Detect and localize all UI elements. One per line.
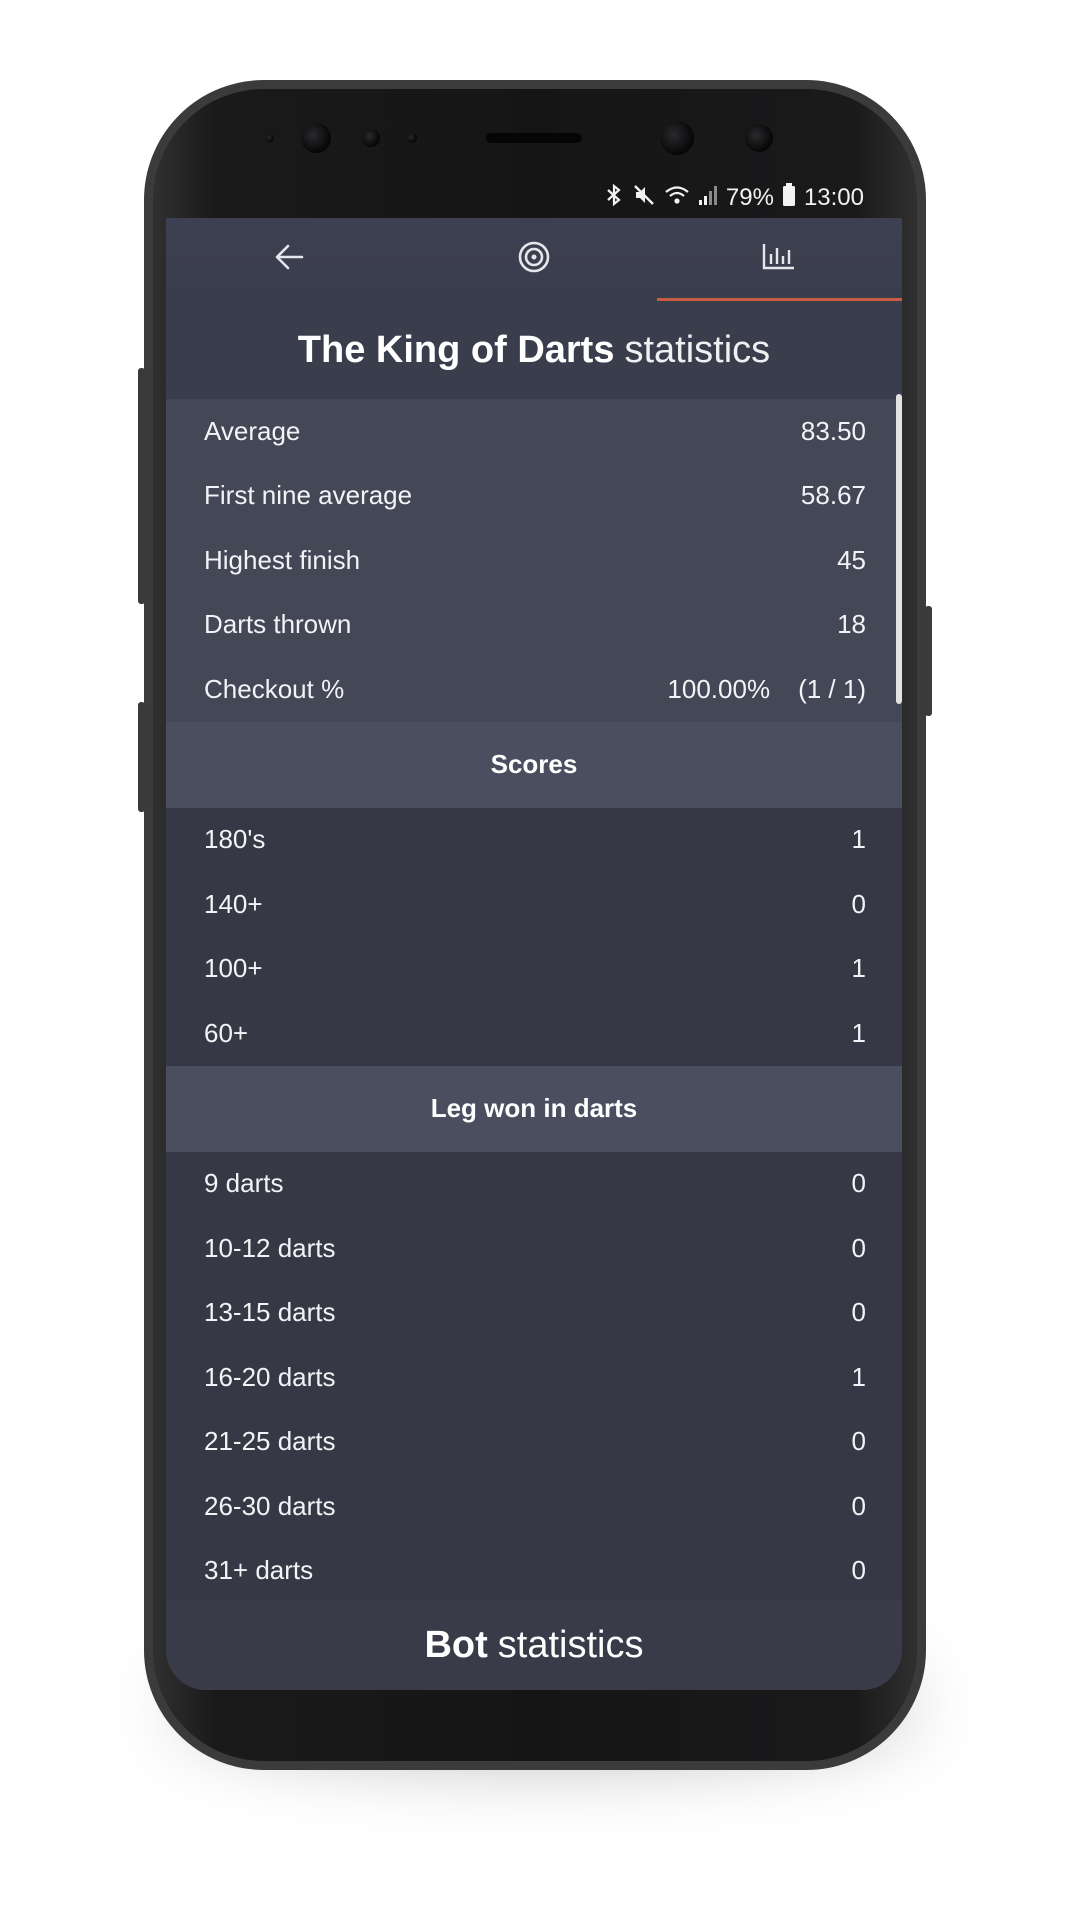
bluetooth-icon	[604, 183, 624, 213]
legs-panel: 9 darts 0 10-12 darts 0 13-15 darts 0 16…	[166, 1151, 902, 1604]
power-button	[925, 606, 932, 716]
wifi-icon	[664, 184, 690, 212]
player-title-suffix: statistics	[624, 328, 771, 371]
leg-value: 0	[851, 1426, 866, 1457]
toolbar	[166, 218, 902, 301]
earpiece-speaker	[486, 133, 582, 143]
leg-label: 13-15 darts	[204, 1297, 336, 1328]
stat-value: 83.50	[800, 415, 866, 446]
score-row-60: 60+ 1	[166, 1001, 902, 1066]
leg-row-16-20: 16-20 darts 1	[166, 1345, 902, 1410]
stat-value: 58.67	[800, 480, 866, 511]
iris-sensor-icon	[266, 134, 274, 142]
leg-row-31-plus: 31+ darts 0	[166, 1539, 902, 1604]
leg-row-9: 9 darts 0	[166, 1152, 902, 1217]
score-row-180: 180's 1	[166, 808, 902, 873]
mute-icon	[632, 183, 656, 213]
game-tab[interactable]	[411, 218, 656, 301]
leg-value: 0	[851, 1297, 866, 1328]
signal-icon	[698, 184, 718, 212]
score-value: 1	[851, 1017, 866, 1048]
stat-label: Average	[204, 415, 301, 446]
light-sensor-icon	[362, 129, 380, 147]
iris-camera-icon	[745, 124, 773, 152]
score-label: 100+	[204, 953, 263, 984]
stat-value: 45	[837, 544, 866, 575]
score-label: 180's	[204, 824, 266, 855]
stat-label: First nine average	[204, 480, 413, 511]
dartboard-target-icon[interactable]	[517, 240, 551, 279]
leg-label: 26-30 darts	[204, 1490, 336, 1521]
back-arrow-icon[interactable]	[274, 243, 304, 276]
legs-header: Leg won in darts	[166, 1065, 902, 1152]
summary-panel: Average 83.50 First nine average 58.67 H…	[166, 399, 902, 722]
bot-name: Bot	[424, 1623, 488, 1666]
leg-value: 1	[851, 1361, 866, 1392]
clock: 13:00	[803, 184, 864, 211]
checkout-ratio: (1 / 1)	[798, 673, 866, 704]
leg-row-26-30: 26-30 darts 0	[166, 1474, 902, 1539]
leg-row-13-15: 13-15 darts 0	[166, 1281, 902, 1346]
bot-stats-title[interactable]: Bot statistics	[166, 1600, 902, 1690]
player-name: The King of Darts	[297, 328, 615, 371]
stat-row-first-nine-average: First nine average 58.67	[166, 464, 902, 529]
scrollbar[interactable]	[896, 394, 902, 704]
leg-row-10-12: 10-12 darts 0	[166, 1216, 902, 1281]
score-label: 140+	[204, 888, 263, 919]
checkout-values: 100.00% (1 / 1)	[667, 674, 866, 705]
leg-label: 10-12 darts	[204, 1232, 336, 1263]
leg-value: 0	[851, 1168, 866, 1199]
sensor-dot-icon	[407, 133, 417, 143]
leg-value: 0	[851, 1232, 866, 1263]
statistics-tab[interactable]	[656, 218, 902, 301]
app-screen: The King of Darts statistics Average 83.…	[166, 218, 902, 1690]
battery-icon	[782, 183, 796, 213]
status-bar: 79% 13:00	[166, 178, 902, 218]
score-value: 1	[851, 953, 866, 984]
leg-label: 31+ darts	[204, 1555, 314, 1586]
leg-row-21-25: 21-25 darts 0	[166, 1410, 902, 1475]
battery-percent: 79%	[725, 184, 774, 211]
stat-label: Checkout %	[204, 673, 345, 704]
player-stats-title: The King of Darts statistics	[166, 301, 902, 399]
leg-label: 21-25 darts	[204, 1426, 336, 1457]
score-label: 60+	[204, 1017, 249, 1048]
scores-panel: 180's 1 140+ 0 100+ 1 60+ 1	[166, 807, 902, 1066]
stat-label: Darts thrown	[204, 609, 352, 640]
bot-title-suffix: statistics	[497, 1623, 644, 1666]
scores-header: Scores	[166, 721, 902, 808]
back-tab[interactable]	[166, 218, 411, 301]
stat-row-checkout: Checkout % 100.00% (1 / 1)	[166, 657, 902, 722]
leg-label: 16-20 darts	[204, 1361, 336, 1392]
score-value: 0	[851, 888, 866, 919]
checkout-percent: 100.00%	[667, 673, 771, 704]
front-camera-icon	[660, 121, 694, 155]
score-row-140: 140+ 0	[166, 872, 902, 937]
leg-label: 9 darts	[204, 1168, 284, 1199]
leg-value: 0	[851, 1490, 866, 1521]
stat-value: 18	[837, 609, 866, 640]
bixby-button	[138, 702, 145, 812]
stat-row-average: Average 83.50	[166, 399, 902, 464]
bar-chart-icon[interactable]	[762, 242, 796, 275]
score-row-100: 100+ 1	[166, 937, 902, 1002]
volume-button	[138, 368, 145, 604]
proximity-sensor-icon	[301, 123, 331, 153]
leg-value: 0	[851, 1555, 866, 1586]
score-value: 1	[851, 824, 866, 855]
stat-row-highest-finish: Highest finish 45	[166, 528, 902, 593]
stat-row-darts-thrown: Darts thrown 18	[166, 593, 902, 658]
stat-label: Highest finish	[204, 544, 361, 575]
